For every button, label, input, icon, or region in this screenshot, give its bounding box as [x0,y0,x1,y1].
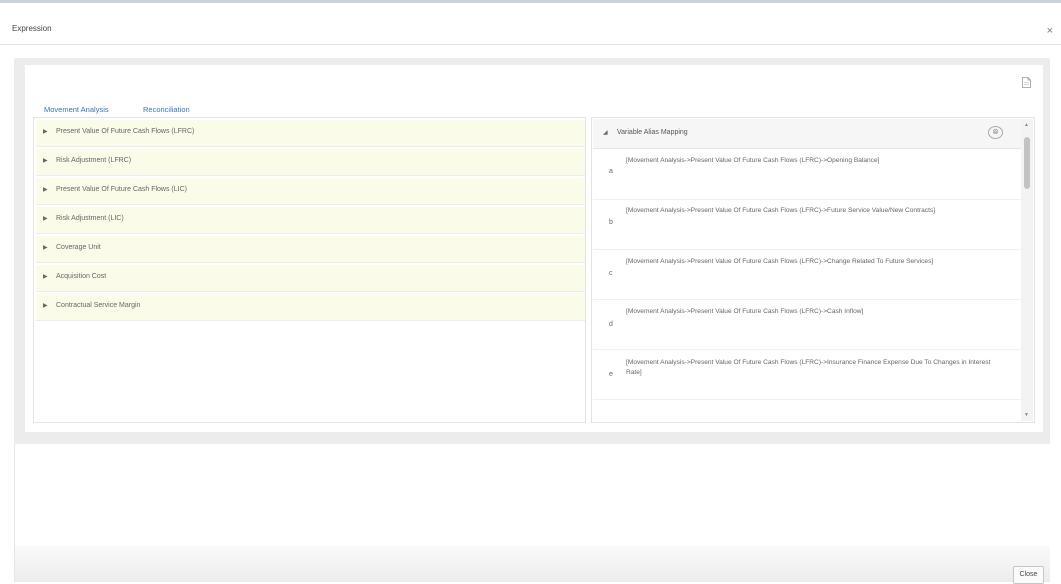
tree-item[interactable]: ▶ Contractual Service Margin [36,294,585,321]
alias-row[interactable]: b [Movement Analysis->Present Value Of F… [593,200,1021,250]
alias-letter: b [609,219,613,226]
tree-item[interactable]: ▶ Present Value Of Future Cash Flows (LF… [36,120,585,147]
alias-letter: e [609,371,613,378]
collapse-caret-icon: ◢ [603,130,608,136]
dialog-title-bar: Expression × [0,3,1061,45]
alias-description: [Movement Analysis->Present Value Of Fut… [626,258,934,265]
expand-arrow-icon: ▶ [43,187,48,193]
tree-item[interactable]: ▶ Coverage Unit [36,236,585,263]
scroll-down-icon[interactable]: ▼ [1024,412,1029,418]
collapse-toggle-icon[interactable]: ⦾ [988,126,1003,139]
expression-dialog: Expression × Movement Analysis Reconcili… [0,0,1061,584]
alias-row[interactable]: c [Movement Analysis->Present Value Of F… [593,250,1021,300]
expand-arrow-icon: ▶ [43,245,48,251]
tree-item-label: Risk Adjustment (LIC) [56,215,124,222]
alias-row[interactable]: e [Movement Analysis->Present Value Of F… [593,350,1021,400]
document-icon[interactable] [1022,77,1031,88]
expand-arrow-icon: ▶ [43,303,48,309]
tab-reconciliation[interactable]: Reconciliation [143,105,190,114]
tree-item-label: Acquisition Cost [56,273,107,280]
tree-item[interactable]: ▶ Risk Adjustment (LIC) [36,207,585,234]
tree-item-label: Risk Adjustment (LFRC) [56,157,132,164]
tree-item-label: Contractual Service Margin [56,302,141,309]
alias-description: [Movement Analysis->Present Value Of Fut… [626,207,936,214]
tree-item-label: Coverage Unit [56,244,101,251]
tree-item-label: Present Value Of Future Cash Flows (LFRC… [56,128,195,135]
expression-panel: Movement Analysis Reconciliation ▶ Prese… [25,65,1043,432]
scroll-up-icon[interactable]: ▲ [1024,122,1029,128]
dialog-footer [15,546,1050,582]
dialog-title: Expression [12,24,52,33]
variable-alias-pane: ◢ Variable Alias Mapping ⦾ a [Movement A… [591,117,1035,423]
scroll-thumb[interactable] [1024,137,1030,189]
alias-description: [Movement Analysis->Present Value Of Fut… [626,359,991,376]
vertical-scrollbar[interactable]: ▲ ▼ [1021,119,1033,421]
alias-letter: a [609,168,613,175]
variable-alias-title: Variable Alias Mapping [617,129,688,136]
tree-item[interactable]: ▶ Acquisition Cost [36,265,585,292]
movement-tree-pane: ▶ Present Value Of Future Cash Flows (LF… [33,117,586,423]
close-button[interactable]: Close [1013,566,1044,584]
expand-arrow-icon: ▶ [43,129,48,135]
content-area: Movement Analysis Reconciliation ▶ Prese… [14,58,1050,444]
expand-arrow-icon: ▶ [43,274,48,280]
alias-letter: c [609,270,613,277]
expand-arrow-icon: ▶ [43,216,48,222]
tree-item[interactable]: ▶ Risk Adjustment (LFRC) [36,149,585,176]
variable-alias-header[interactable]: ◢ Variable Alias Mapping ⦾ [593,119,1021,149]
alias-description: [Movement Analysis->Present Value Of Fut… [626,157,880,164]
tree-item-label: Present Value Of Future Cash Flows (LIC) [56,186,187,193]
alias-row[interactable]: a [Movement Analysis->Present Value Of F… [593,150,1021,200]
tree-item[interactable]: ▶ Present Value Of Future Cash Flows (LI… [36,178,585,205]
dialog-body-lower: Close [14,444,1050,584]
alias-letter: d [609,321,613,328]
expand-arrow-icon: ▶ [43,158,48,164]
alias-description: [Movement Analysis->Present Value Of Fut… [626,308,864,315]
alias-row[interactable]: d [Movement Analysis->Present Value Of F… [593,300,1021,350]
close-icon[interactable]: × [1047,25,1053,37]
tab-movement-analysis[interactable]: Movement Analysis [44,105,109,114]
